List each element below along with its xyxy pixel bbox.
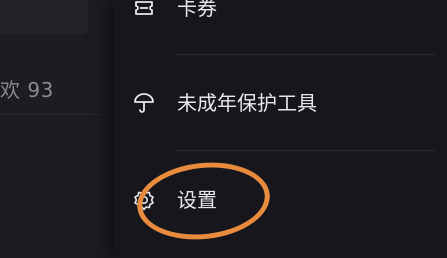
menu-divider [177, 54, 435, 55]
side-drawer-menu: 卡券 未成年保护工具 设置 [114, 0, 447, 258]
gear-icon [132, 188, 156, 212]
menu-item-label: 设置 [177, 188, 217, 212]
background-partial-text: 欢 93 [0, 78, 54, 102]
menu-divider [177, 150, 435, 151]
screen: 欢 93 卡券 未成年保护工具 设置 [0, 0, 447, 258]
background-divider [0, 114, 100, 115]
menu-item-label: 未成年保护工具 [177, 91, 317, 115]
ticket-icon [132, 0, 156, 20]
background-page: 欢 93 [0, 0, 130, 258]
background-card [0, 0, 88, 34]
menu-item-settings[interactable]: 设置 [114, 176, 447, 224]
menu-item-minor-protection[interactable]: 未成年保护工具 [114, 79, 447, 127]
menu-item-coupon[interactable]: 卡券 [114, 0, 447, 32]
menu-item-label: 卡券 [177, 0, 217, 20]
umbrella-icon [132, 91, 156, 115]
